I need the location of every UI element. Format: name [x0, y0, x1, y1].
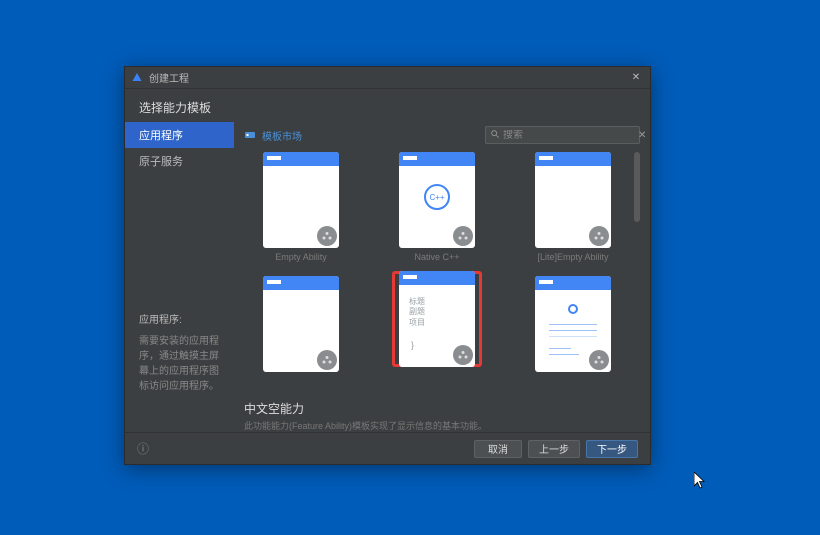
titlebar: 创建工程 ✕	[125, 67, 650, 89]
prev-button[interactable]: 上一步	[528, 440, 580, 458]
window-title: 创建工程	[149, 70, 189, 85]
template-native-cpp[interactable]: Native C++	[380, 152, 494, 264]
selected-title: 中文空能力	[244, 400, 640, 417]
sidebar-item-app[interactable]: 应用程序	[125, 122, 234, 148]
harmony-badge-icon	[453, 345, 473, 365]
harmony-badge-icon	[589, 350, 609, 370]
close-icon[interactable]: ✕	[628, 72, 644, 83]
selected-subtitle: 此功能能力(Feature Ability)模板实现了显示信息的基本功能。	[244, 419, 640, 432]
clear-search-icon[interactable]: ✕	[638, 130, 646, 141]
sidebar-item-atomic[interactable]: 原子服务	[125, 148, 234, 174]
template-about[interactable]	[516, 276, 630, 388]
next-button[interactable]: 下一步	[586, 440, 638, 458]
search-icon	[490, 129, 500, 142]
section-title: 选择能力模板	[125, 89, 650, 122]
create-project-dialog: 创建工程 ✕ 选择能力模板 应用程序 原子服务 应用程序: 需要安装的应用程序，…	[124, 66, 651, 465]
selected-template-description: 中文空能力 此功能能力(Feature Ability)模板实现了显示信息的基本…	[244, 400, 640, 432]
template-card[interactable]	[244, 276, 358, 388]
scrollbar-thumb[interactable]	[634, 152, 640, 222]
harmony-badge-icon	[453, 226, 473, 246]
mouse-cursor-icon	[694, 472, 706, 490]
template-scrollbar[interactable]	[634, 152, 640, 394]
content-area: 模板市场 ✕	[234, 122, 650, 432]
template-label: Empty Ability	[275, 252, 327, 264]
sidebar: 应用程序 原子服务 应用程序: 需要安装的应用程序，通过触摸主屏幕上的应用程序图…	[125, 122, 234, 432]
search-input[interactable]	[500, 130, 638, 141]
sidebar-footer-heading: 应用程序:	[139, 311, 220, 326]
market-icon	[244, 130, 256, 140]
sidebar-footer: 应用程序: 需要安装的应用程序，通过触摸主屏幕上的应用程序图标访问应用程序。	[125, 311, 234, 432]
search-field[interactable]: ✕	[485, 126, 640, 144]
template-empty-ability[interactable]: Empty Ability	[244, 152, 358, 264]
harmony-badge-icon	[317, 350, 337, 370]
harmony-badge-icon	[317, 226, 337, 246]
template-label: [Lite]Empty Ability	[537, 252, 608, 264]
help-icon[interactable]: ⓘ	[137, 440, 149, 457]
harmony-badge-icon	[589, 226, 609, 246]
template-grid: Empty Ability Native C++	[244, 152, 640, 388]
template-lite-empty[interactable]: [Lite]Empty Ability	[516, 152, 630, 264]
template-label: Native C++	[414, 252, 459, 264]
sidebar-footer-desc: 需要安装的应用程序，通过触摸主屏幕上的应用程序图标访问应用程序。	[139, 332, 220, 392]
cancel-button[interactable]: 取消	[474, 440, 522, 458]
template-chinese-ability[interactable]: 标题副题项目 }	[380, 276, 494, 388]
template-market-link[interactable]: 模板市场	[262, 128, 302, 143]
dialog-footer: ⓘ 取消 上一步 下一步	[125, 432, 650, 464]
app-logo-icon	[131, 72, 143, 84]
